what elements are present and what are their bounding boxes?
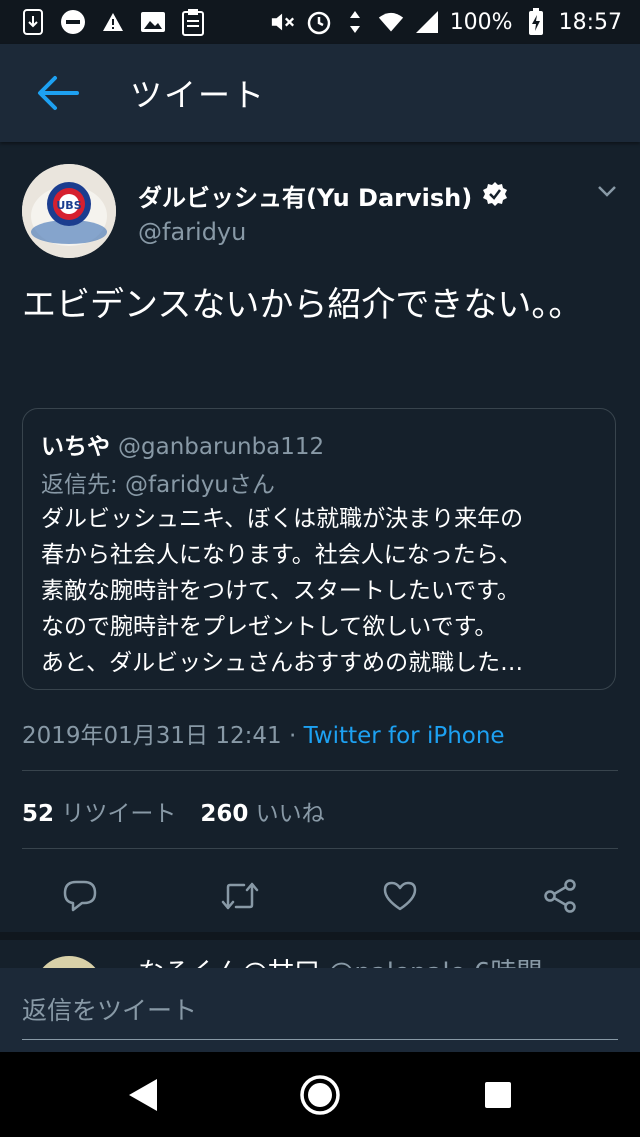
- next-reply-preview[interactable]: なるくん@甘口 @nalenale 6時間: [0, 800, 640, 972]
- nav-back-button[interactable]: [120, 1072, 166, 1118]
- author-display-name[interactable]: ダルビッシュ有(Yu Darvish): [138, 178, 472, 213]
- avatar[interactable]: UBS: [22, 164, 116, 258]
- divider: [22, 770, 618, 771]
- tweet-meta: 2019年01月31日 12:41 · Twitter for iPhone: [22, 716, 505, 750]
- back-button[interactable]: [28, 63, 88, 123]
- quoted-author-handle: @ganbarunba112: [118, 434, 325, 460]
- arrow-left-icon: [38, 76, 79, 110]
- square-recents-icon: [485, 1082, 511, 1108]
- warning-icon: [100, 9, 126, 35]
- wifi-icon: [378, 9, 404, 35]
- quoted-text-line: なので腕時計をプレゼントして欲しいです。: [41, 614, 498, 640]
- quoted-tweet-body: ダルビッシュニキ、ぼくは就職が決まり来年の 春から社会人になります。社会人になっ…: [41, 501, 603, 681]
- author-row[interactable]: ダルビッシュ有(Yu Darvish): [138, 178, 508, 213]
- quoted-text-line: あと、ダルビッシュさんおすすめの就職した…: [41, 650, 524, 676]
- cubs-cake-avatar-image: UBS: [22, 164, 116, 258]
- verified-badge-icon: [482, 181, 508, 211]
- tweet-options-button[interactable]: [594, 178, 620, 204]
- clipboard-icon: [180, 9, 206, 36]
- quoted-reply-to: 返信先: @faridyuさん: [41, 472, 275, 498]
- quoted-tweet-card[interactable]: いちや @ganbarunba112 返信先: @faridyuさん ダルビッシュ…: [22, 408, 616, 690]
- reply-bar: [0, 968, 640, 1052]
- clock: 18:57: [558, 9, 622, 35]
- quoted-text-line: 素敵な腕時計をつけて、スタートしたいです。: [41, 578, 520, 604]
- triangle-back-icon: [129, 1079, 157, 1111]
- data-transfer-icon: [342, 9, 368, 35]
- system-nav-bar: [0, 1052, 640, 1137]
- svg-text:UBS: UBS: [56, 199, 81, 212]
- nav-recents-button[interactable]: [475, 1072, 521, 1118]
- meta-separator: ·: [288, 723, 304, 749]
- do-not-disturb-icon: [60, 9, 86, 35]
- app-bar: ツイート: [0, 44, 640, 142]
- status-bar: 100% 18:57: [0, 0, 640, 44]
- author-handle[interactable]: @faridyu: [138, 218, 246, 246]
- alarm-icon: [306, 9, 332, 35]
- quoted-tweet-header: いちや @ganbarunba112: [41, 427, 324, 461]
- quoted-author-name: いちや: [41, 434, 110, 460]
- chevron-down-icon: [598, 186, 616, 197]
- image-icon: [140, 9, 166, 35]
- circle-home-icon: [300, 1075, 340, 1115]
- battery-percentage: 100%: [449, 9, 513, 35]
- tweet-body: エビデンスないから紹介できない。。: [22, 285, 583, 325]
- mute-icon: [270, 9, 296, 35]
- nav-home-button[interactable]: [297, 1072, 343, 1118]
- page-title: ツイート: [130, 76, 267, 114]
- tweet-timestamp: 2019年01月31日 12:41: [22, 723, 282, 749]
- tweet-source-link[interactable]: Twitter for iPhone: [304, 723, 505, 749]
- battery-charging-icon: [523, 8, 549, 35]
- signal-icon: [414, 9, 440, 35]
- quoted-text-line: 春から社会人になります。社会人になったら、: [41, 542, 522, 568]
- reply-input[interactable]: [22, 982, 618, 1040]
- quoted-text-line: ダルビッシュニキ、ぼくは就職が決まり来年の: [41, 506, 524, 532]
- phone-rotate-icon: [20, 9, 46, 35]
